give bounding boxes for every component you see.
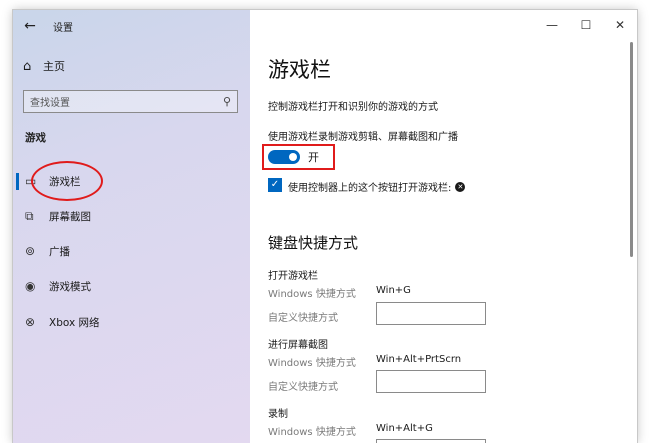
page-description: 控制游戏栏打开和识别你的游戏的方式 <box>268 102 438 113</box>
maximize-button[interactable]: ☐ <box>569 10 603 40</box>
broadcast-icon: ⊚ <box>25 244 36 258</box>
custom-shortcut-label: 自定义快捷方式 <box>268 313 338 324</box>
windows-shortcut-value: Win+G <box>376 285 411 296</box>
windows-shortcut-value: Win+Alt+G <box>376 423 433 434</box>
sidebar-item-game-mode[interactable]: ◉ 游戏模式 <box>13 270 250 302</box>
back-arrow-icon[interactable]: ← <box>13 10 47 42</box>
toggle-label: 使用游戏栏录制游戏剪辑、屏幕截图和广播 <box>268 132 458 143</box>
checkbox-label: 使用控制器上的这个按钮打开游戏栏: ✕ <box>288 179 466 194</box>
sidebar-item-label: 广播 <box>49 245 70 258</box>
home-label: 主页 <box>43 60 65 73</box>
game-mode-icon: ◉ <box>25 279 36 293</box>
custom-shortcut-input[interactable] <box>376 302 486 325</box>
shortcut-group-title: 进行屏幕截图 <box>268 340 328 351</box>
search-icon[interactable]: ⚲ <box>223 95 231 108</box>
sidebar-item-label: 屏幕截图 <box>49 210 91 223</box>
xbox-icon: ✕ <box>455 181 466 192</box>
sidebar-item-captures[interactable]: ⧉ 屏幕截图 <box>13 200 250 232</box>
custom-shortcut-input[interactable] <box>376 439 486 443</box>
windows-shortcut-value: Win+Alt+PrtScrn <box>376 354 462 365</box>
sidebar-item-xbox-network[interactable]: ⊗ Xbox 网络 <box>13 306 250 338</box>
close-button[interactable]: ✕ <box>603 10 637 40</box>
sidebar: ← 设置 ⌂ 主页 查找设置 ⚲ 游戏 ▭ 游戏栏 ⧉ 屏幕截图 ⊚ 广播 ◉ … <box>13 10 250 443</box>
search-input[interactable]: 查找设置 ⚲ <box>23 90 238 113</box>
game-bar-toggle[interactable] <box>268 150 300 164</box>
shortcut-group-title: 打开游戏栏 <box>268 271 318 282</box>
toggle-state: 开 <box>308 151 319 164</box>
controller-button-checkbox[interactable]: ✓ <box>268 178 282 192</box>
shortcuts-heading: 键盘快捷方式 <box>268 234 359 252</box>
titlebar-left: ← 设置 <box>13 10 250 42</box>
highlight-ellipse <box>31 161 103 201</box>
minimize-button[interactable]: — <box>535 10 569 40</box>
windows-shortcut-label: Windows 快捷方式 <box>268 427 356 438</box>
sidebar-item-broadcasting[interactable]: ⊚ 广播 <box>13 235 250 267</box>
sidebar-item-home[interactable]: ⌂ 主页 <box>23 58 65 74</box>
windows-shortcut-label: Windows 快捷方式 <box>268 289 356 300</box>
settings-window: ← 设置 ⌂ 主页 查找设置 ⚲ 游戏 ▭ 游戏栏 ⧉ 屏幕截图 ⊚ 广播 ◉ … <box>13 10 637 443</box>
xbox-icon: ⊗ <box>25 315 36 329</box>
search-placeholder: 查找设置 <box>30 98 70 109</box>
scrollbar[interactable] <box>630 42 633 257</box>
sidebar-item-label: 游戏模式 <box>49 280 91 293</box>
checkbox-text: 使用控制器上的这个按钮打开游戏栏: <box>288 183 452 194</box>
shortcut-group-title: 录制 <box>268 409 288 420</box>
app-title: 设置 <box>53 22 73 34</box>
window-controls: — ☐ ✕ <box>535 10 637 40</box>
captures-icon: ⧉ <box>25 208 34 223</box>
page-title: 游戏栏 <box>268 58 331 82</box>
main-content: — ☐ ✕ 游戏栏 控制游戏栏打开和识别你的游戏的方式 使用游戏栏录制游戏剪辑、… <box>250 10 637 443</box>
custom-shortcut-input[interactable] <box>376 370 486 393</box>
custom-shortcut-label: 自定义快捷方式 <box>268 382 338 393</box>
section-label: 游戏 <box>25 132 46 144</box>
home-icon: ⌂ <box>23 58 32 74</box>
sidebar-item-label: Xbox 网络 <box>49 316 100 329</box>
windows-shortcut-label: Windows 快捷方式 <box>268 358 356 369</box>
